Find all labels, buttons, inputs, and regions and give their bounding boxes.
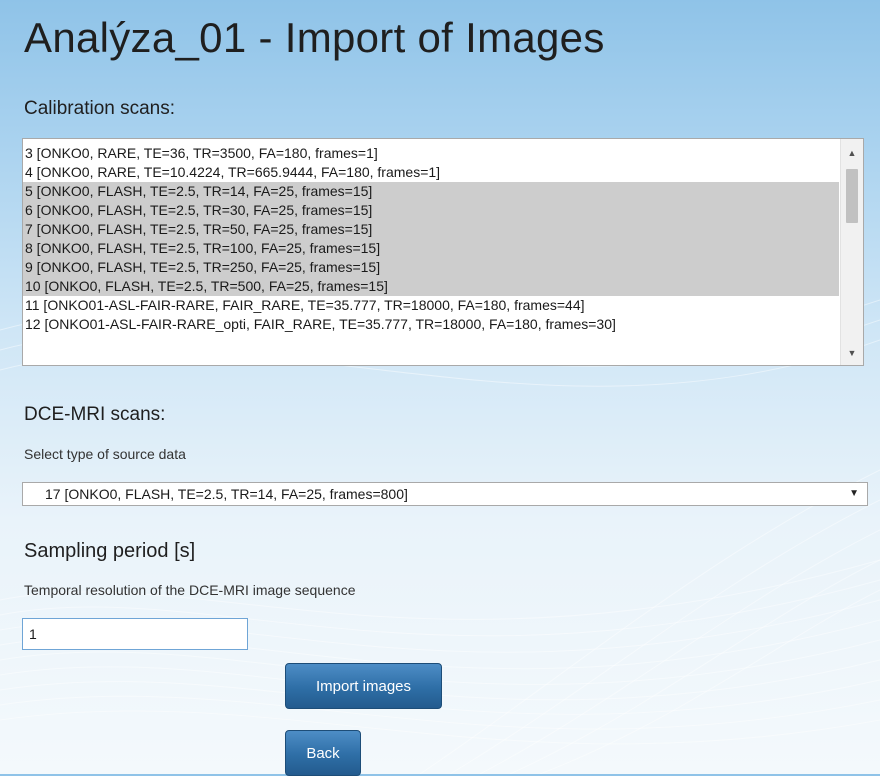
list-item[interactable]: 8 [ONKO0, FLASH, TE=2.5, TR=100, FA=25, … xyxy=(23,239,839,258)
chevron-down-icon: ▼ xyxy=(849,488,859,499)
list-item[interactable]: 10 [ONKO0, FLASH, TE=2.5, TR=500, FA=25,… xyxy=(23,277,839,296)
list-item[interactable]: 11 [ONKO01-ASL-FAIR-RARE, FAIR_RARE, TE=… xyxy=(23,296,839,315)
source-data-select[interactable]: 17 [ONKO0, FLASH, TE=2.5, TR=14, FA=25, … xyxy=(22,482,868,506)
back-button[interactable]: Back xyxy=(285,730,361,776)
listbox-scrollbar[interactable]: ▲ ▼ xyxy=(840,139,863,365)
dce-mri-scans-label: DCE-MRI scans: xyxy=(24,404,166,425)
list-item[interactable]: 4 [ONKO0, RARE, TE=10.4224, TR=665.9444,… xyxy=(23,163,839,182)
scroll-up-icon[interactable]: ▲ xyxy=(841,143,863,163)
temporal-resolution-help-text: Temporal resolution of the DCE-MRI image… xyxy=(24,582,356,598)
list-item[interactable]: 5 [ONKO0, FLASH, TE=2.5, TR=14, FA=25, f… xyxy=(23,182,839,201)
select-source-help-text: Select type of source data xyxy=(24,446,186,462)
sampling-period-input[interactable] xyxy=(22,618,248,650)
list-item[interactable]: 6 [ONKO0, FLASH, TE=2.5, TR=30, FA=25, f… xyxy=(23,201,839,220)
sampling-period-label: Sampling period [s] xyxy=(24,540,196,562)
calibration-scans-listbox[interactable]: 3 [ONKO0, RARE, TE=36, TR=3500, FA=180, … xyxy=(22,138,864,366)
page-title: Analýza_01 - Import of Images xyxy=(24,14,605,61)
scroll-thumb[interactable] xyxy=(846,169,858,223)
list-item[interactable]: 12 [ONKO01-ASL-FAIR-RARE_opti, FAIR_RARE… xyxy=(23,315,839,334)
source-data-selected-value: 17 [ONKO0, FLASH, TE=2.5, TR=14, FA=25, … xyxy=(45,486,408,502)
import-images-button[interactable]: Import images xyxy=(285,663,442,709)
list-item[interactable]: 3 [ONKO0, RARE, TE=36, TR=3500, FA=180, … xyxy=(23,144,839,163)
list-item[interactable]: 9 [ONKO0, FLASH, TE=2.5, TR=250, FA=25, … xyxy=(23,258,839,277)
scroll-down-icon[interactable]: ▼ xyxy=(841,343,863,363)
list-item[interactable]: 7 [ONKO0, FLASH, TE=2.5, TR=50, FA=25, f… xyxy=(23,220,839,239)
calibration-scans-label: Calibration scans: xyxy=(24,98,176,119)
calibration-scans-rows: 3 [ONKO0, RARE, TE=36, TR=3500, FA=180, … xyxy=(23,139,839,365)
